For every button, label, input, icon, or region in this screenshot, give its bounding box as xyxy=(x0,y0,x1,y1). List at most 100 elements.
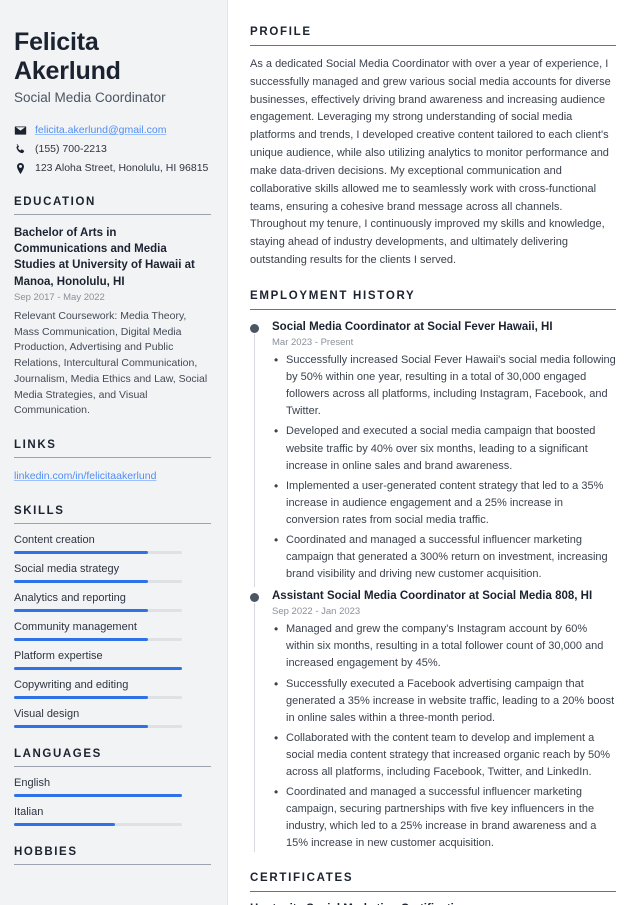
address-value: 123 Aloha Street, Honolulu, HI 96815 xyxy=(35,162,209,175)
resume-page: Felicita Akerlund Social Media Coordinat… xyxy=(0,0,640,905)
last-name: Akerlund xyxy=(14,57,121,85)
skill-item: Copywriting and editing xyxy=(14,679,211,699)
skill-meter-fill xyxy=(14,579,149,583)
skill-meter-fill xyxy=(14,550,149,554)
skill-item: Community management xyxy=(14,621,211,641)
job-entry: Assistant Social Media Coordinator at So… xyxy=(250,589,616,852)
divider xyxy=(250,308,616,310)
links-heading: LINKS xyxy=(14,439,57,452)
skill-label: Analytics and reporting xyxy=(14,591,126,604)
name-block: Felicita Akerlund Social Media Coordinat… xyxy=(14,28,211,105)
skill-meter-fill xyxy=(14,724,149,728)
job-date: Sep 2022 - Jan 2023 xyxy=(272,606,361,618)
divider xyxy=(14,457,211,459)
job-bullet: Developed and executed a social media ca… xyxy=(272,422,616,474)
education-date: Sep 2017 - May 2022 xyxy=(14,291,105,303)
location-pin-icon xyxy=(14,162,27,175)
language-meter xyxy=(14,822,182,826)
skill-meter xyxy=(14,579,182,583)
divider xyxy=(14,863,211,865)
skill-meter xyxy=(14,550,182,554)
contact-email: felicita.akerlund@gmail.com xyxy=(14,123,211,137)
contact-phone: (155) 700-2213 xyxy=(14,142,211,156)
divider xyxy=(14,213,211,215)
links-list: linkedin.com/in/felicitaakerlund xyxy=(14,468,211,485)
hobbies-heading: HOBBIES xyxy=(14,845,78,858)
language-meter xyxy=(14,793,182,797)
section-languages: LANGUAGES English Italian xyxy=(14,748,211,826)
language-label: English xyxy=(14,776,51,789)
job-bullet: Collaborated with the content team to de… xyxy=(272,729,616,781)
skill-item: Content creation xyxy=(14,534,211,554)
language-item: English xyxy=(14,777,211,797)
skill-label: Content creation xyxy=(14,533,95,546)
job-bullets: Managed and grew the company's Instagram… xyxy=(272,620,616,852)
skill-label: Copywriting and editing xyxy=(14,678,129,691)
skill-meter xyxy=(14,695,182,699)
skill-meter-fill xyxy=(14,695,149,699)
timeline-dot-icon xyxy=(250,323,259,333)
job-entry: Social Media Coordinator at Social Fever… xyxy=(250,320,616,587)
language-label: Italian xyxy=(14,805,44,818)
section-skills: SKILLS Content creation Social media str… xyxy=(14,505,211,728)
skill-item: Analytics and reporting xyxy=(14,592,211,612)
job-role: Assistant Social Media Coordinator at So… xyxy=(272,589,593,602)
education-degree: Bachelor of Arts in Communications and M… xyxy=(14,226,195,288)
skill-label: Platform expertise xyxy=(14,649,103,662)
timeline-dot-icon xyxy=(250,592,259,602)
linkedin-link[interactable]: linkedin.com/in/felicitaakerlund xyxy=(14,470,156,482)
job-date: Mar 2023 - Present xyxy=(272,337,354,349)
education-heading: EDUCATION xyxy=(14,195,96,208)
skill-meter xyxy=(14,608,182,612)
phone-value: (155) 700-2213 xyxy=(35,143,107,156)
skill-meter-fill xyxy=(14,637,149,641)
envelope-icon xyxy=(14,124,27,137)
language-meter-fill xyxy=(14,793,182,797)
page-title: Social Media Coordinator xyxy=(14,90,166,105)
skills-heading: SKILLS xyxy=(14,504,65,517)
certificates-heading: CERTIFICATES xyxy=(250,872,354,884)
first-name: Felicita xyxy=(14,28,99,56)
skill-meter xyxy=(14,637,182,641)
languages-heading: LANGUAGES xyxy=(14,747,102,760)
education-description: Relevant Coursework: Media Theory, Mass … xyxy=(14,309,208,417)
timeline-line xyxy=(254,602,255,852)
skill-label: Social media strategy xyxy=(14,562,120,575)
section-hobbies: HOBBIES xyxy=(14,846,211,865)
job-bullet: Successfully increased Social Fever Hawa… xyxy=(272,351,616,420)
contact-address: 123 Aloha Street, Honolulu, HI 96815 xyxy=(14,161,211,175)
language-meter-fill xyxy=(14,822,115,826)
job-bullet: Managed and grew the company's Instagram… xyxy=(272,620,616,672)
job-bullet: Successfully executed a Facebook adverti… xyxy=(272,675,616,727)
skill-label: Community management xyxy=(14,620,137,633)
skill-meter-fill xyxy=(14,608,149,612)
language-item: Italian xyxy=(14,806,211,826)
phone-icon xyxy=(14,143,27,156)
skill-item: Visual design xyxy=(14,708,211,728)
job-role: Social Media Coordinator at Social Fever… xyxy=(272,320,553,333)
divider xyxy=(14,765,211,767)
job-bullet: Coordinated and managed a successful inf… xyxy=(272,531,616,583)
sidebar: Felicita Akerlund Social Media Coordinat… xyxy=(0,0,228,905)
section-profile: PROFILE As a dedicated Social Media Coor… xyxy=(250,26,616,270)
divider xyxy=(14,522,211,524)
main-content: PROFILE As a dedicated Social Media Coor… xyxy=(228,0,640,905)
employment-heading: EMPLOYMENT HISTORY xyxy=(250,289,416,302)
divider xyxy=(250,45,616,46)
email-link[interactable]: felicita.akerlund@gmail.com xyxy=(35,123,166,137)
skill-item: Platform expertise xyxy=(14,650,211,670)
timeline-line xyxy=(254,333,255,587)
contact-list: felicita.akerlund@gmail.com (155) 700-22… xyxy=(14,123,211,176)
skill-item: Social media strategy xyxy=(14,563,211,583)
job-bullet: Coordinated and managed a successful inf… xyxy=(272,783,616,852)
job-bullet: Implemented a user-generated content str… xyxy=(272,477,616,529)
section-employment: EMPLOYMENT HISTORY Social Media Coordina… xyxy=(250,290,616,852)
divider xyxy=(250,891,616,892)
skill-meter xyxy=(14,724,182,728)
profile-text: As a dedicated Social Media Coordinator … xyxy=(250,58,611,266)
section-education: EDUCATION Bachelor of Arts in Communicat… xyxy=(14,196,211,420)
skill-label: Visual design xyxy=(14,707,80,720)
profile-heading: PROFILE xyxy=(250,26,312,38)
job-bullets: Successfully increased Social Fever Hawa… xyxy=(272,351,616,583)
skill-meter-fill xyxy=(14,666,182,670)
